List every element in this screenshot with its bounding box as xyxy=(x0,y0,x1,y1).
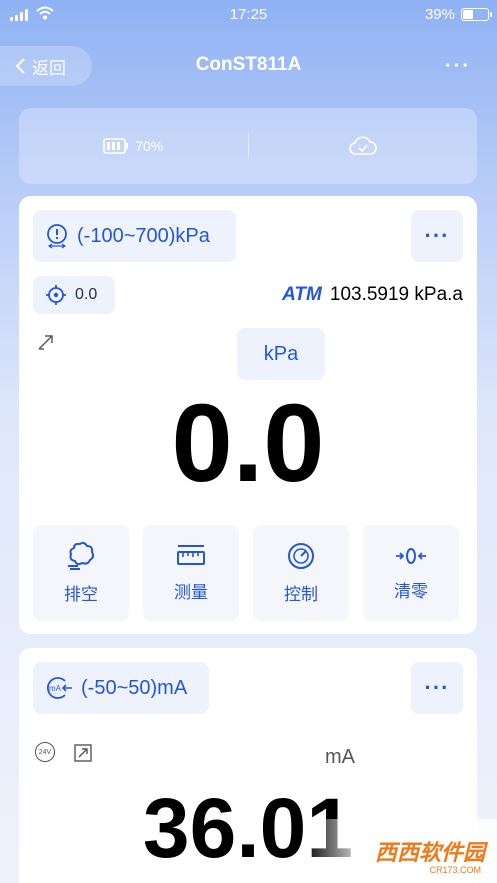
watermark: 西西软件园 CR173.COM xyxy=(302,819,497,883)
main-reading: 0.0 xyxy=(171,382,325,505)
page-title: ConST811A xyxy=(195,54,302,75)
range-chip[interactable]: mA (-50~50)mA xyxy=(33,662,209,714)
channel-more-button[interactable]: ··· xyxy=(411,210,463,262)
status-bar: 17:25 39% xyxy=(0,0,497,30)
battery-level: 70% xyxy=(135,138,164,154)
atm-value: 103.5919 kPa.a xyxy=(329,284,463,305)
more-menu-button[interactable]: ··· xyxy=(445,55,471,78)
atm-readout: ATM 103.5919 kPa.a xyxy=(282,284,463,306)
cloud-status[interactable] xyxy=(249,135,478,157)
status-time: 17:25 xyxy=(229,6,268,23)
channel-card-pressure: (-100~700)kPa ··· 0.0 ATM 103.5919 kPa.a… xyxy=(19,196,477,634)
battery-icon xyxy=(461,8,492,21)
battery-icon xyxy=(103,138,129,154)
measure-button-label: 测量 xyxy=(174,582,208,602)
range-text: (-50~50)mA xyxy=(81,676,188,699)
vent-icon xyxy=(68,541,95,570)
24v-label: 24V xyxy=(38,748,52,756)
zero-offset-chip[interactable]: 0.0 xyxy=(33,276,115,314)
24v-icon[interactable]: 24V xyxy=(35,742,55,762)
gauge-icon xyxy=(288,542,314,569)
battery-status: 70% xyxy=(19,138,248,154)
control-button[interactable]: 控制 xyxy=(253,525,349,621)
zero-offset-value: 0.0 xyxy=(75,286,98,303)
zero-button-label: 清零 xyxy=(394,581,428,601)
status-battery-percent: 39% xyxy=(424,6,455,23)
ruler-icon xyxy=(177,544,205,565)
range-chip[interactable]: (-100~700)kPa xyxy=(33,210,236,262)
zero-icon xyxy=(396,547,426,564)
current-range-icon: mA xyxy=(46,677,72,699)
svg-text:mA: mA xyxy=(49,684,62,693)
pressure-range-icon xyxy=(47,224,67,249)
device-info-card: 70% xyxy=(19,108,477,184)
expand-icon[interactable] xyxy=(73,743,93,763)
target-icon xyxy=(46,285,66,305)
zero-button[interactable]: 清零 xyxy=(363,525,459,621)
control-button-label: 控制 xyxy=(284,584,318,604)
unit-label: mA xyxy=(325,746,355,768)
channel-more-button[interactable]: ··· xyxy=(411,662,463,714)
range-text: (-100~700)kPa xyxy=(77,224,210,247)
cloud-check-icon xyxy=(348,136,377,155)
atm-label: ATM xyxy=(282,284,322,305)
expand-arrow-icon[interactable] xyxy=(37,333,55,351)
vent-button[interactable]: 排空 xyxy=(33,525,129,621)
measure-button[interactable]: 测量 xyxy=(143,525,239,621)
vent-button-label: 排空 xyxy=(64,584,98,604)
watermark-sub: CR173.COM xyxy=(429,865,481,875)
unit-selector[interactable]: kPa xyxy=(237,328,325,380)
watermark-text: 西西软件园 xyxy=(374,840,485,865)
